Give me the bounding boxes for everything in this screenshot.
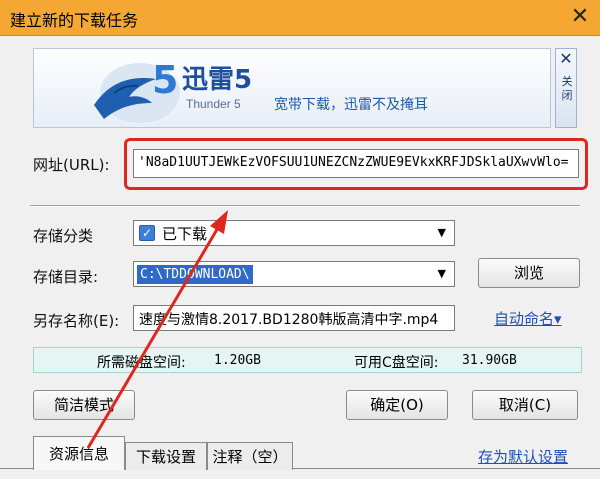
browse-button[interactable]: 浏览: [478, 258, 580, 288]
svg-text:5: 5: [152, 58, 178, 102]
available-space-label: 可用C盘空间:: [354, 355, 439, 371]
save-as-label: 另存名称(E):: [33, 312, 120, 330]
checkbox-checked-icon: ✓: [139, 225, 155, 241]
tab-download-settings[interactable]: 下载设置: [125, 442, 207, 470]
url-label: 网址(URL):: [33, 156, 110, 174]
tab-resource-info[interactable]: 资源信息: [33, 436, 125, 470]
title-bar: 建立新的下载任务 ✕: [0, 0, 600, 36]
tab-notes[interactable]: 注释（空）: [207, 442, 293, 470]
banner-brand: 迅雷5: [182, 65, 253, 95]
required-space-label: 所需磁盘空间:: [97, 355, 186, 371]
thunder-banner: 5 迅雷5 Thunder 5 宽带下载，迅雷不及掩耳: [33, 48, 551, 128]
available-space-value: 31.90GB: [462, 353, 517, 368]
close-icon[interactable]: ✕: [565, 2, 595, 32]
directory-value: C:\TDDOWNLOAD\: [137, 265, 253, 284]
dropdown-arrow-icon[interactable]: ▼: [438, 226, 446, 239]
category-label: 存储分类: [33, 227, 94, 245]
required-space-value: 1.20GB: [214, 353, 261, 368]
auto-name-link[interactable]: 自动命名▾: [494, 308, 562, 329]
simple-mode-button[interactable]: 简洁模式: [33, 390, 135, 420]
banner-close-button[interactable]: ✕ 关闭: [555, 48, 577, 128]
category-value: 已下载: [162, 225, 208, 243]
category-select[interactable]: ✓ 已下载 ▼: [133, 220, 455, 246]
directory-label: 存储目录:: [33, 268, 99, 286]
cancel-button[interactable]: 取消(C): [472, 390, 578, 420]
disk-space-panel: 所需磁盘空间: 1.20GB 可用C盘空间: 31.90GB: [33, 347, 582, 373]
save-as-input[interactable]: 速度与激情8.2017.BD1280韩版高清中字.mp4: [133, 305, 455, 331]
window-title: 建立新的下载任务: [10, 11, 139, 30]
banner-slogan: 宽带下载，迅雷不及掩耳: [274, 97, 428, 113]
ok-button[interactable]: 确定(O): [346, 390, 448, 420]
divider: [30, 205, 580, 207]
url-highlight-box: [124, 138, 588, 190]
banner-subtitle: Thunder 5: [186, 97, 241, 111]
thunder-logo-icon: 5: [94, 58, 180, 123]
close-icon: ✕: [559, 49, 573, 68]
save-default-link[interactable]: 存为默认设置: [478, 446, 568, 467]
dropdown-arrow-icon[interactable]: ▼: [438, 267, 446, 280]
directory-select[interactable]: C:\TDDOWNLOAD\ ▼: [133, 261, 455, 287]
banner-close-label: 关闭: [561, 75, 573, 102]
